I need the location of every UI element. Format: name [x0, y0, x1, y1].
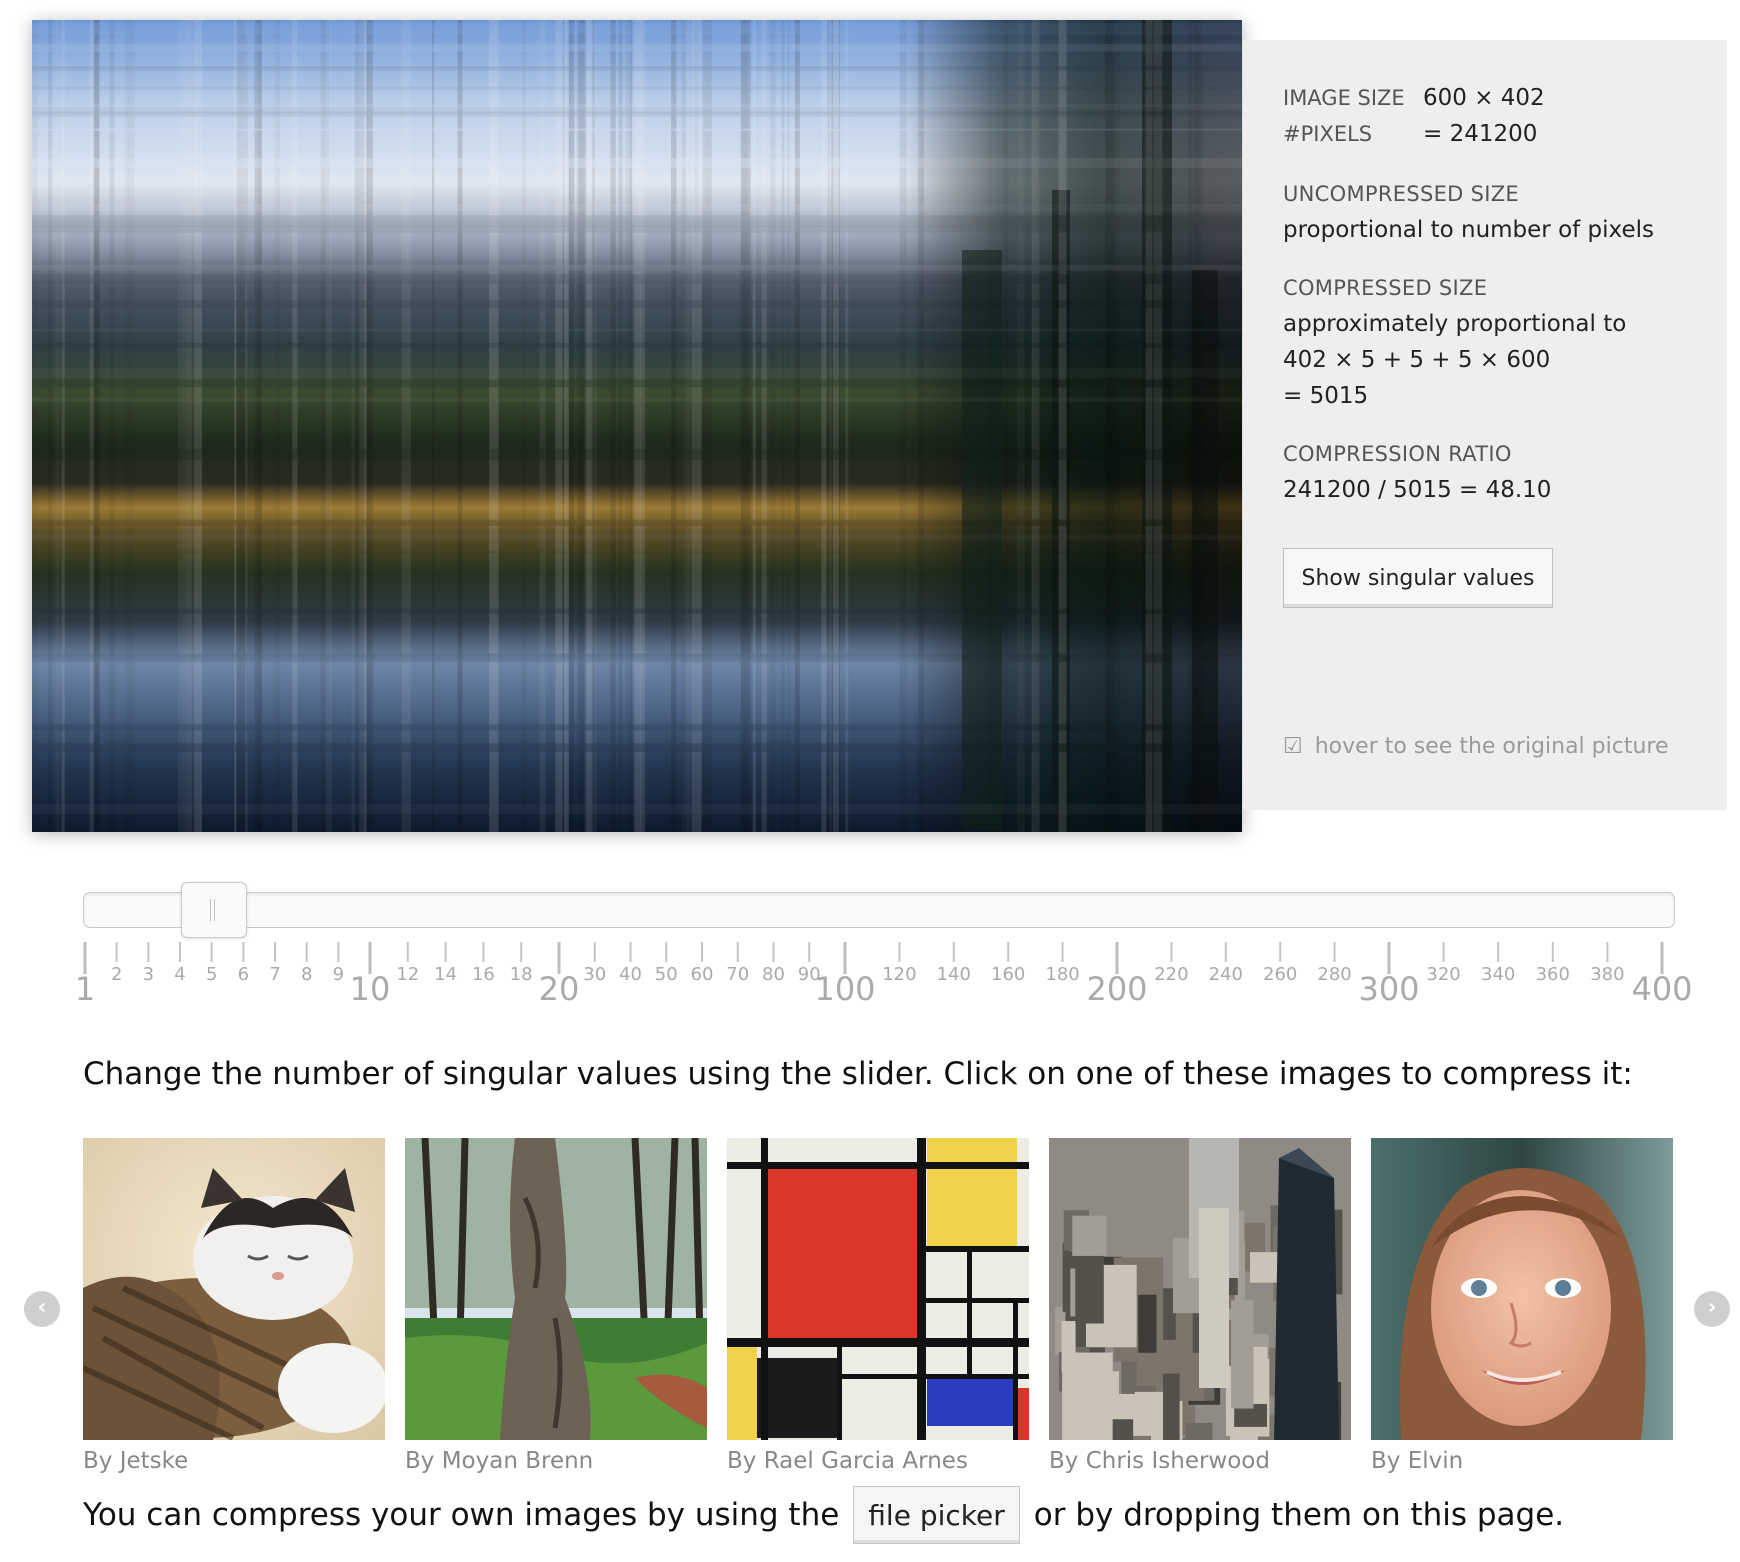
compressed-label: COMPRESSED SIZE — [1283, 276, 1488, 300]
minor-tick-label: 2 — [111, 964, 122, 985]
major-tick-label: 1 — [75, 970, 95, 1008]
image-size-label: IMAGE SIZE — [1283, 86, 1405, 110]
hover-hint-label: hover to see the original picture — [1314, 734, 1669, 759]
minor-tick-label: 70 — [726, 964, 749, 985]
minor-tick-label: 18 — [510, 964, 533, 985]
credit-jetske: By Jetske — [83, 1448, 189, 1474]
file-picker-button[interactable]: file picker — [853, 1486, 1020, 1544]
credit-chris-isherwood: By Chris Isherwood — [1049, 1448, 1270, 1474]
compressed-image[interactable] — [32, 20, 1242, 832]
ratio-section: COMPRESSION RATIO 241200 / 5015 = 48.10 — [1283, 436, 1551, 508]
major-tick-label: 200 — [1086, 970, 1147, 1008]
pixels-label: #PIXELS — [1283, 122, 1373, 146]
minor-tick-label: 360 — [1536, 964, 1570, 985]
minor-tick-label: 260 — [1263, 964, 1297, 985]
minor-tick-label: 5 — [206, 964, 217, 985]
gallery-prev-button[interactable]: ‹ — [24, 1291, 60, 1327]
uncompressed-label: UNCOMPRESSED SIZE — [1283, 182, 1519, 206]
hover-original-option[interactable]: ☑ hover to see the original picture — [1283, 734, 1669, 759]
footer-text: You can compress your own images by usin… — [83, 1486, 1564, 1544]
footer-text-before: You can compress your own images by usin… — [83, 1497, 840, 1533]
compressed-image-render — [32, 20, 1242, 832]
minor-tick-label: 320 — [1426, 964, 1460, 985]
image-size-value: 600 × 402 — [1423, 85, 1545, 111]
gallery-image-mondrian[interactable] — [727, 1138, 1029, 1440]
minor-tick-label: 340 — [1481, 964, 1515, 985]
show-singular-values-button[interactable]: Show singular values — [1283, 548, 1553, 608]
gallery-image-kitten[interactable] — [83, 1138, 385, 1440]
minor-tick-label: 220 — [1154, 964, 1188, 985]
forest-photo-icon — [405, 1138, 707, 1440]
footer-text-after: or by dropping them on this page. — [1033, 1497, 1565, 1533]
minor-tick-label: 7 — [269, 964, 280, 985]
slider-scale: 1 10 20 100 200 300 400 2 3 4 5 6 7 8 9 12 14 16 18 30 40 50 6… — [75, 942, 1693, 1008]
ratio-label: COMPRESSION RATIO — [1283, 442, 1512, 466]
minor-tick-label: 16 — [472, 964, 495, 985]
major-tick-label: 10 — [350, 970, 391, 1008]
chevron-right-icon: › — [1707, 1295, 1717, 1320]
minor-tick-label: 280 — [1317, 964, 1351, 985]
credit-elvin: By Elvin — [1371, 1448, 1464, 1474]
major-tick-label: 100 — [814, 970, 875, 1008]
info-panel: IMAGE SIZE 600 × 402 #PIXELS = 241200 UNCO… — [1243, 40, 1727, 810]
gallery-image-forest[interactable] — [405, 1138, 707, 1440]
minor-tick-label: 4 — [174, 964, 185, 985]
gallery-image-girl[interactable] — [1371, 1138, 1673, 1440]
pixels-value: = 241200 — [1423, 121, 1538, 147]
singular-values-slider[interactable] — [83, 882, 1675, 938]
gallery-next-button[interactable]: › — [1694, 1291, 1730, 1327]
image-size-section: IMAGE SIZE 600 × 402 #PIXELS = 241200 — [1283, 80, 1545, 152]
minor-tick-label: 6 — [238, 964, 249, 985]
checkbox-icon[interactable]: ☑ — [1283, 734, 1303, 759]
minor-tick-label: 240 — [1209, 964, 1243, 985]
minor-tick-label: 3 — [143, 964, 154, 985]
instructions-text: Change the number of singular values usi… — [83, 1056, 1633, 1092]
minor-tick-label: 180 — [1045, 964, 1079, 985]
compressed-section: COMPRESSED SIZE approximately proportion… — [1283, 270, 1626, 414]
gallery-image-city[interactable] — [1049, 1138, 1351, 1440]
compressed-line-2: 402 × 5 + 5 + 5 × 600 — [1283, 347, 1551, 373]
minor-tick-label: 8 — [301, 964, 312, 985]
minor-tick-label: 60 — [691, 964, 714, 985]
compressed-line-3: = 5015 — [1283, 383, 1369, 409]
credit-rael-garcia-arnes: By Rael Garcia Arnes — [727, 1448, 968, 1474]
minor-tick-label: 12 — [396, 964, 419, 985]
minor-tick-label: 30 — [583, 964, 606, 985]
chevron-left-icon: ‹ — [37, 1295, 47, 1320]
uncompressed-section: UNCOMPRESSED SIZE proportional to number… — [1283, 176, 1654, 248]
slider-handle[interactable] — [180, 882, 247, 938]
minor-tick-label: 380 — [1590, 964, 1624, 985]
credit-moyan-brenn: By Moyan Brenn — [405, 1448, 594, 1474]
major-tick-label: 20 — [539, 970, 580, 1008]
minor-tick-label: 120 — [882, 964, 916, 985]
girl-portrait-icon — [1371, 1138, 1673, 1440]
grip-icon — [209, 899, 215, 921]
minor-tick-label: 9 — [333, 964, 344, 985]
city-photo-icon — [1049, 1138, 1351, 1440]
minor-tick-label: 14 — [434, 964, 457, 985]
minor-tick-label: 90 — [798, 964, 821, 985]
kitten-photo-icon — [83, 1138, 385, 1440]
minor-tick-label: 140 — [937, 964, 971, 985]
uncompressed-value: proportional to number of pixels — [1283, 217, 1654, 243]
mondrian-painting-icon — [727, 1138, 1029, 1440]
minor-tick-label: 80 — [762, 964, 785, 985]
minor-tick-label: 50 — [655, 964, 678, 985]
compressed-line-1: approximately proportional to — [1283, 311, 1627, 337]
ratio-value: 241200 / 5015 = 48.10 — [1283, 477, 1552, 503]
minor-tick-label: 160 — [991, 964, 1025, 985]
major-tick-label: 300 — [1358, 970, 1419, 1008]
major-tick-label: 400 — [1631, 970, 1692, 1008]
minor-tick-label: 40 — [619, 964, 642, 985]
